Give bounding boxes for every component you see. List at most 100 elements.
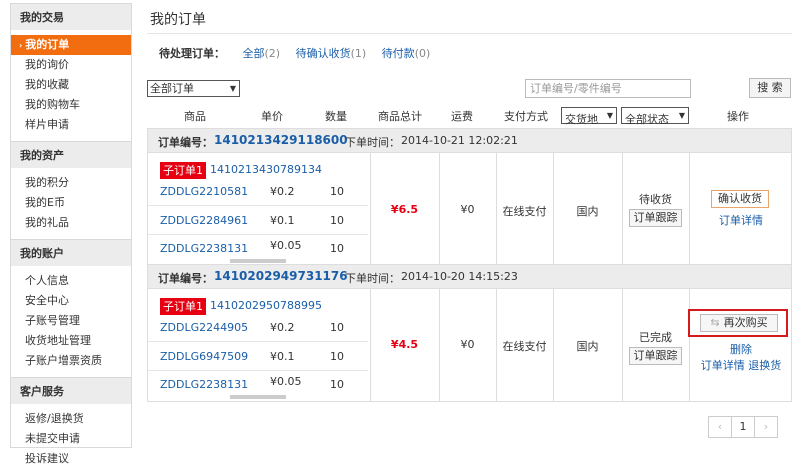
scrollbar[interactable] [230,395,286,399]
page-number[interactable]: 1 [731,416,755,438]
sub-order-number-link[interactable]: 1410213430789134 [210,163,322,176]
page-title: 我的订单 [150,12,206,28]
sidebar-item-my-ecoins[interactable]: 我的E币 [11,193,131,213]
filter-count: (0) [414,47,431,60]
quantity: 10 [330,214,344,227]
order-number-label: 订单编号： [158,272,213,285]
search-input[interactable]: 订单编号/零件编号 [525,79,691,98]
sidebar-group-assets: 我的资产 [11,141,131,168]
order-filter-select[interactable]: 全部订单 ▼ [147,80,240,97]
sidebar-item-my-cart[interactable]: 我的购物车 [11,95,131,115]
order-total: ¥6.5 [390,203,419,216]
col-unit-price: 单价 [261,110,283,123]
sidebar-group-service: 客户服务 [11,377,131,404]
part-number-link[interactable]: ZDDLG2210581 [160,185,248,198]
unit-price: ¥0.1 [270,350,295,363]
order-card: 订单编号： 1410202949731176 下单时间： 2014-10-20 … [147,264,792,402]
order-status: 已完成 [639,331,672,344]
sidebar-item-vat-qualification[interactable]: 子账户增票资质 [11,351,131,371]
select-value: 交货地 [565,113,598,126]
sub-order-number-link[interactable]: 1410202950788995 [210,299,322,312]
buy-again-button[interactable]: ⇆ 再次购买 [700,314,778,332]
filter-label: 全部 [242,47,265,60]
order-number-label: 订单编号： [158,136,213,149]
track-order-button[interactable]: 订单跟踪 [629,209,682,227]
scrollbar[interactable] [230,259,286,263]
order-time: 2014-10-20 14:15:23 [401,270,518,283]
sidebar-item-personal-info[interactable]: 个人信息 [11,271,131,291]
sub-order-tag: 子订单1 [160,162,206,179]
order-body: 子订单1 1410213430789134 ZDDLG2210581 ¥0.2 … [148,153,791,265]
filters-label: 待处理订单： [159,47,225,60]
part-number-link[interactable]: ZDDLG2244905 [160,321,248,334]
order-time-label: 下单时间： [345,272,400,285]
shipping-fee: ¥0 [460,203,475,216]
track-order-button[interactable]: 订单跟踪 [629,347,682,365]
col-shipping: 运费 [451,110,473,123]
region-select[interactable]: 交货地 ▼ [561,107,617,126]
delivery-region: 国内 [576,205,599,218]
part-number-link[interactable]: ZDDLG2238131 [160,242,248,255]
sidebar-item-addresses[interactable]: 收货地址管理 [11,331,131,351]
sidebar-item-my-orders[interactable]: › 我的订单 [11,35,131,55]
repeat-icon: ⇆ [710,316,720,329]
order-time-label: 下单时间： [345,136,400,149]
payment-method: 在线支付 [502,205,547,218]
confirm-receipt-button[interactable]: 确认收货 [711,190,769,208]
select-value: 全部状态 [625,113,669,126]
row-divider [148,205,368,206]
row-divider [148,234,368,235]
sub-order-tag: 子订单1 [160,298,206,315]
prev-page-button[interactable]: ‹ [708,416,732,438]
part-number-link[interactable]: ZDDLG6947509 [160,350,248,363]
sidebar: 我的交易 › 我的订单 我的询价 我的收藏 我的购物车 样片申请 我的资产 我的积… [10,3,132,465]
order-details-link[interactable]: 订单详情 [689,212,793,228]
sidebar-item-my-gifts[interactable]: 我的礼品 [11,213,131,233]
sidebar-item-sample-request[interactable]: 样片申请 [11,115,131,135]
column-divider [689,153,690,265]
unit-price: ¥0.1 [270,214,295,227]
delete-order-link[interactable]: 删除 [689,341,793,357]
filter-all-link[interactable]: 全部(2) [243,47,281,60]
order-number: 1410202949731176 [214,269,348,283]
col-total: 商品总计 [378,110,422,123]
title-divider [147,33,792,34]
order-details-link[interactable]: 订单详情 [701,359,745,372]
sidebar-item-my-points[interactable]: 我的积分 [11,173,131,193]
filter-awaiting-payment-link[interactable]: 待付款(0) [382,47,431,60]
sidebar-group-trading: 我的交易 [11,3,131,30]
next-page-button[interactable]: › [754,416,778,438]
pending-filters: 待处理订单： 全部(2) 待确认收货(1) 待付款(0) [159,45,442,61]
filter-count: (2) [264,47,281,60]
chevron-right-icon: › [19,41,23,50]
col-qty: 数量 [325,110,347,123]
order-body: 子订单1 1410202950788995 ZDDLG2244905 ¥0.2 … [148,289,791,401]
status-select[interactable]: 全部状态 ▼ [621,107,689,126]
row-divider [148,370,368,371]
part-number-link[interactable]: ZDDLG2238131 [160,378,248,391]
filter-awaiting-receipt-link[interactable]: 待确认收货(1) [296,47,367,60]
column-divider [622,153,623,265]
row-divider [148,341,368,342]
column-divider [622,289,623,401]
sidebar-item-returns[interactable]: 返修/退换货 [11,409,131,429]
unit-price: ¥0.2 [270,185,295,198]
part-number-link[interactable]: ZDDLG2284961 [160,214,248,227]
dropdown-triangle-icon: ▼ [678,111,685,120]
sidebar-item-complaints[interactable]: 投诉建议 [11,449,131,469]
order-time: 2014-10-21 12:02:21 [401,134,518,147]
sidebar-item-label: 我的订单 [25,38,70,51]
delivery-region: 国内 [576,340,599,353]
col-product: 商品 [184,110,206,123]
return-exchange-link[interactable]: 退换货 [748,359,781,372]
sidebar-item-my-inquiries[interactable]: 我的询价 [11,55,131,75]
unit-price: ¥0.2 [270,321,295,334]
order-number: 1410213429118600 [214,133,348,147]
sidebar-item-sub-accounts[interactable]: 子账号管理 [11,311,131,331]
order-header: 订单编号： 1410202949731176 下单时间： 2014-10-20 … [148,265,791,289]
sidebar-item-my-favorites[interactable]: 我的收藏 [11,75,131,95]
sidebar-item-security-center[interactable]: 安全中心 [11,291,131,311]
col-actions: 操作 [727,110,749,123]
search-button[interactable]: 搜 索 [749,78,791,98]
sidebar-item-unsubmitted[interactable]: 未提交申请 [11,429,131,449]
